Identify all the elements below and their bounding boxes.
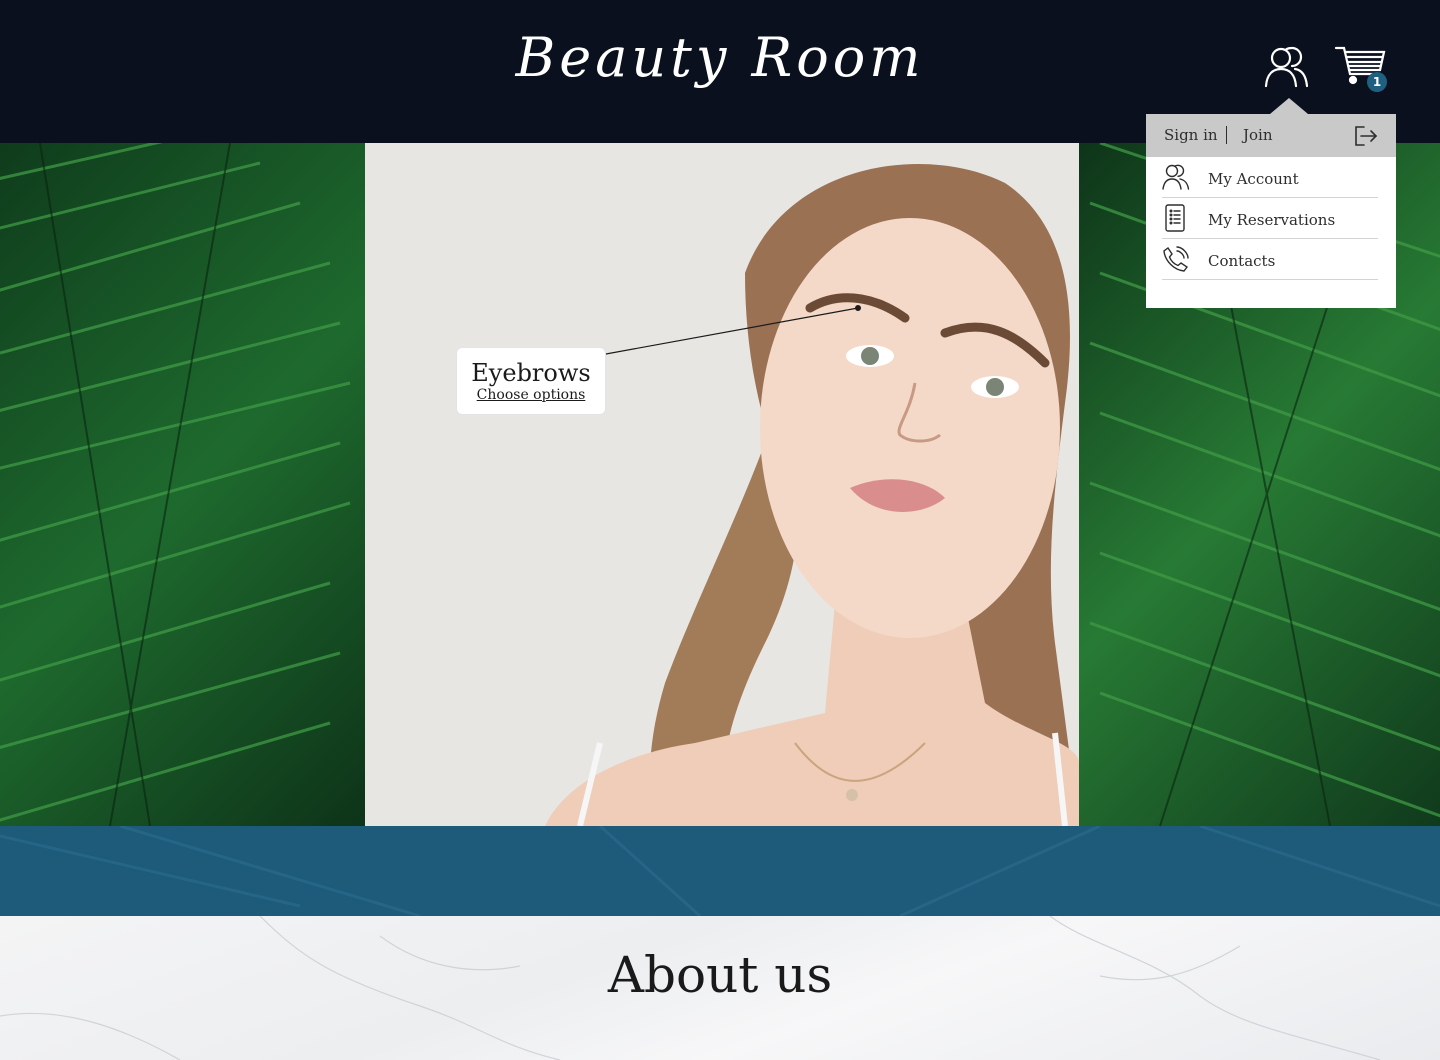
- menu-item-label: My Reservations: [1208, 211, 1336, 229]
- menu-item-my-reservations[interactable]: My Reservations: [1162, 198, 1378, 239]
- logout-button[interactable]: [1354, 125, 1378, 147]
- menu-pointer: [1270, 98, 1308, 114]
- about-heading: About us: [607, 946, 833, 1004]
- list-icon: [1165, 204, 1185, 232]
- site-logo[interactable]: Beauty Room: [0, 26, 1440, 89]
- join-link[interactable]: Join: [1243, 126, 1273, 144]
- logout-icon: [1355, 126, 1378, 146]
- menu-item-label: My Account: [1208, 170, 1299, 188]
- accent-band: [0, 826, 1440, 916]
- account-dropdown: Sign in Join My Account My Reservations …: [1146, 114, 1396, 308]
- cart-count-badge: 1: [1367, 72, 1387, 92]
- phone-icon: [1163, 246, 1189, 272]
- menu-item-my-account[interactable]: My Account: [1162, 157, 1378, 198]
- sign-in-link[interactable]: Sign in: [1164, 126, 1218, 144]
- menu-header: Sign in Join: [1146, 114, 1396, 157]
- about-section: About us: [0, 916, 1440, 1060]
- menu-item-label: Contacts: [1208, 252, 1276, 270]
- users-icon: [1162, 164, 1190, 190]
- hotspot-card-eyebrows[interactable]: Eyebrows Choose options: [456, 347, 606, 415]
- menu-divider: [1226, 126, 1227, 144]
- users-icon: [1264, 46, 1309, 88]
- choose-options-link[interactable]: Choose options: [457, 386, 605, 404]
- band-texture: [0, 826, 1440, 916]
- account-button[interactable]: [1264, 44, 1312, 88]
- menu-item-contacts[interactable]: Contacts: [1162, 239, 1378, 280]
- hotspot-title: Eyebrows: [471, 359, 591, 387]
